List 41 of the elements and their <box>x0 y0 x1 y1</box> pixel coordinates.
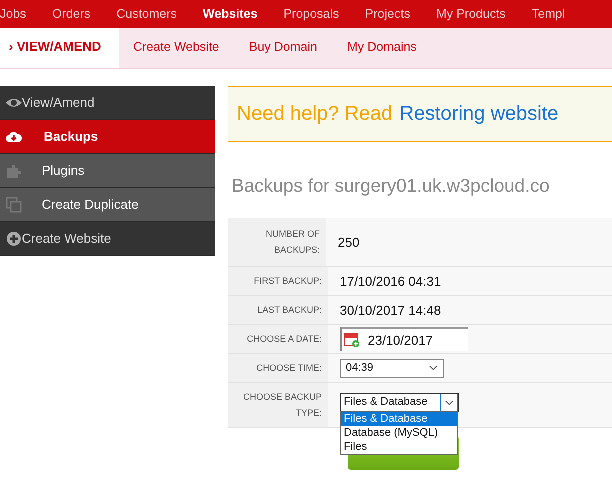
calendar-icon <box>344 332 360 348</box>
field-value: 17/10/2016 04:31 <box>340 274 442 288</box>
time-select[interactable]: 04:39 <box>340 358 444 378</box>
nav-tab[interactable]: Customers <box>116 0 178 28</box>
form-label: FIRST BACKUP: <box>228 267 328 295</box>
dropdown-option[interactable]: Database (MySQL) <box>341 426 457 440</box>
field-value: 30/10/2017 14:48 <box>340 302 442 318</box>
chevron-down-icon <box>429 365 438 371</box>
dropdown-option[interactable]: Files & Database <box>341 412 457 426</box>
sidebar-item[interactable]: Plugins <box>0 154 215 188</box>
nav-tab[interactable]: Proposals <box>284 0 340 28</box>
nav-tab[interactable]: Orders <box>52 0 91 28</box>
form-label: NUMBER OF BACKUPS: <box>228 218 326 266</box>
plus-circle-icon <box>6 230 22 246</box>
sub-nav-tab[interactable]: Create Website <box>119 28 236 68</box>
sidebar-item[interactable]: Backups <box>0 120 215 154</box>
field-value: 250 <box>338 234 360 250</box>
nav-tab[interactable]: Jobs <box>0 0 26 28</box>
puzzle-icon <box>6 162 22 178</box>
nav-tab[interactable]: Projects <box>365 0 410 28</box>
form-label: CHOOSE A DATE: <box>228 325 328 353</box>
dropdown-option[interactable]: Files <box>341 440 457 454</box>
sub-nav-tab[interactable]: Buy Domain <box>235 28 334 68</box>
sub-nav-tab[interactable]: › VIEW/AMEND <box>0 28 120 68</box>
backup-type-select[interactable]: Files & Database <box>340 393 459 412</box>
nav-tab[interactable]: Templ <box>532 0 566 28</box>
help-text: Need help? Read <box>237 102 393 126</box>
page-heading: Backups for surgery01.uk.w3pcloud.co <box>232 175 551 198</box>
sidebar-item[interactable]: Create Duplicate <box>0 188 215 222</box>
form-label: CHOOSE TIME: <box>228 354 328 382</box>
nav-tab[interactable]: Websites <box>203 0 258 28</box>
help-link[interactable]: Restoring website <box>400 102 559 126</box>
date-field[interactable]: 23/10/2017 <box>340 327 468 351</box>
form-label: LAST BACKUP: <box>228 296 328 324</box>
nav-tab[interactable]: My Products <box>436 0 506 28</box>
sidebar-item[interactable]: Create Website <box>0 222 215 256</box>
copy-icon <box>6 196 22 212</box>
sub-nav-tab[interactable]: My Domains <box>333 28 433 68</box>
sidebar-item[interactable]: View/Amend <box>0 86 215 120</box>
form-label: CHOOSE BACKUP TYPE: <box>228 383 328 427</box>
chevron-down-icon <box>444 400 454 406</box>
